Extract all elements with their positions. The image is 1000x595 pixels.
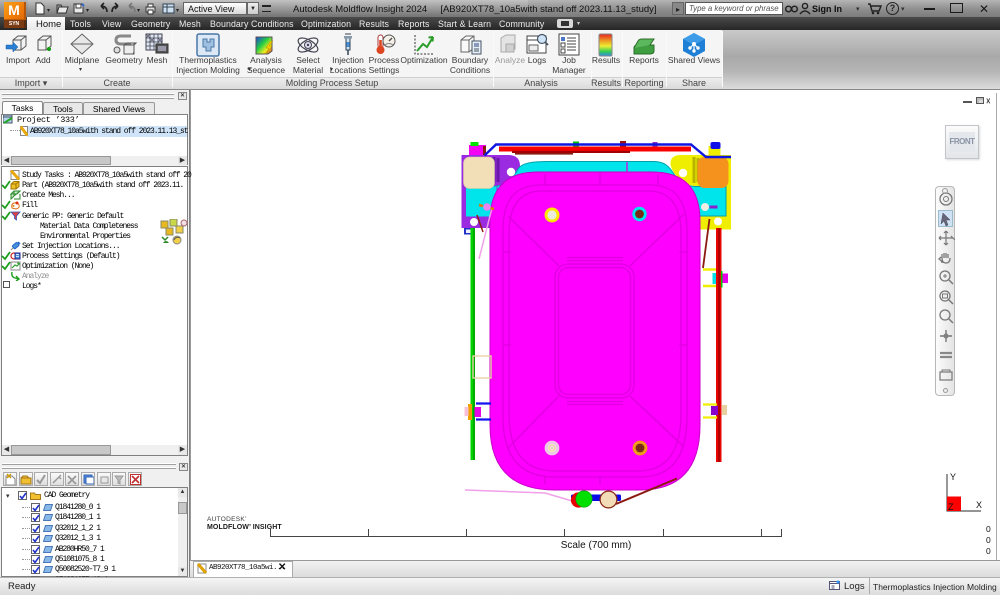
svg-text:0: 0 (986, 524, 991, 534)
svg-text:0: 0 (986, 535, 991, 545)
svg-text:Y: Y (950, 472, 956, 482)
svg-text:0: 0 (986, 546, 991, 555)
svg-text:Z: Z (948, 502, 954, 512)
svg-text:X: X (976, 500, 982, 510)
